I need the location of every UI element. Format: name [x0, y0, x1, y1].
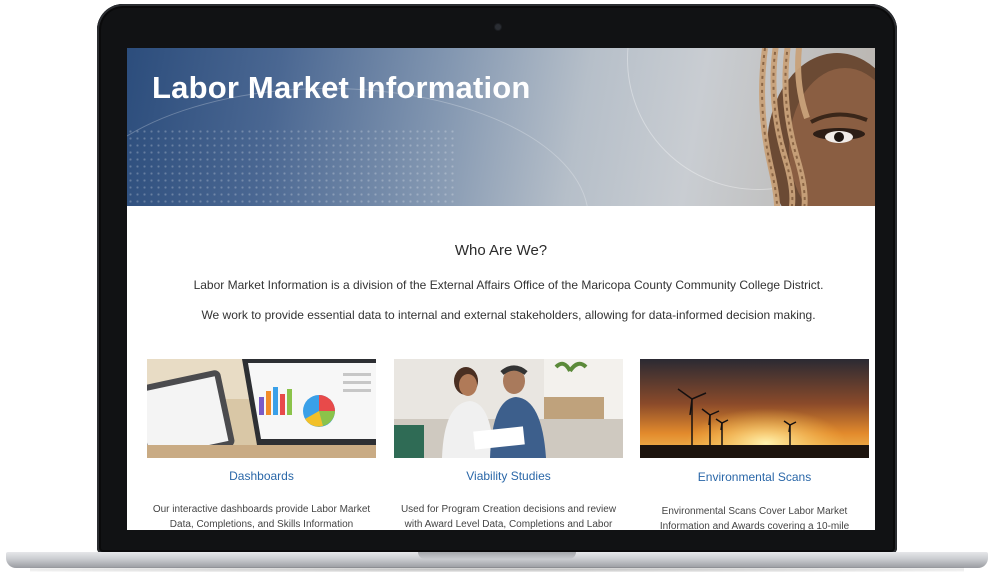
- page-title: Labor Market Information: [152, 70, 531, 105]
- about-paragraph-1: Labor Market Information is a division o…: [193, 278, 824, 292]
- card-viability-studies[interactable]: Viability Studies Used for Program Creat…: [394, 359, 623, 530]
- card-title-dashboards[interactable]: Dashboards: [147, 469, 376, 483]
- hero-portrait-image: [759, 48, 875, 206]
- section-heading: Who Are We?: [454, 242, 548, 259]
- laptop-shadow: [30, 567, 964, 572]
- card-desc-line-2: with Award Level Data, Completions and L…: [404, 519, 613, 530]
- card-desc-line-1: Our interactive dashboards provide Labor…: [152, 504, 371, 515]
- card-desc-line-1: Environmental Scans Cover Labor Market: [661, 506, 848, 517]
- dashboards-image[interactable]: [147, 359, 376, 458]
- about-paragraph-2: We work to provide essential data to int…: [201, 308, 816, 322]
- card-dashboards[interactable]: Dashboards Our interactive dashboards pr…: [147, 359, 376, 530]
- hero-banner: Labor Market Information: [127, 48, 875, 206]
- card-desc-line-2: Information and Awards covering a 10-mil…: [659, 521, 850, 530]
- laptop-hinge-notch: [418, 552, 576, 559]
- card-desc-line-2: Data, Completions, and Skills Informatio…: [169, 519, 354, 530]
- environmental-scans-image[interactable]: [640, 359, 869, 458]
- laptop-screen: Labor Market Information Who Are We? Lab…: [127, 48, 875, 530]
- card-desc-line-1: Used for Program Creation decisions and …: [400, 504, 617, 515]
- card-title-viability-studies[interactable]: Viability Studies: [394, 469, 623, 483]
- laptop-bottom-bezel: [103, 532, 891, 550]
- card-environmental-scans[interactable]: Environmental Scans Environmental Scans …: [640, 359, 869, 530]
- card-title-environmental-scans[interactable]: Environmental Scans: [640, 470, 869, 484]
- webcam-icon: [495, 24, 501, 30]
- viability-studies-image[interactable]: [394, 359, 623, 458]
